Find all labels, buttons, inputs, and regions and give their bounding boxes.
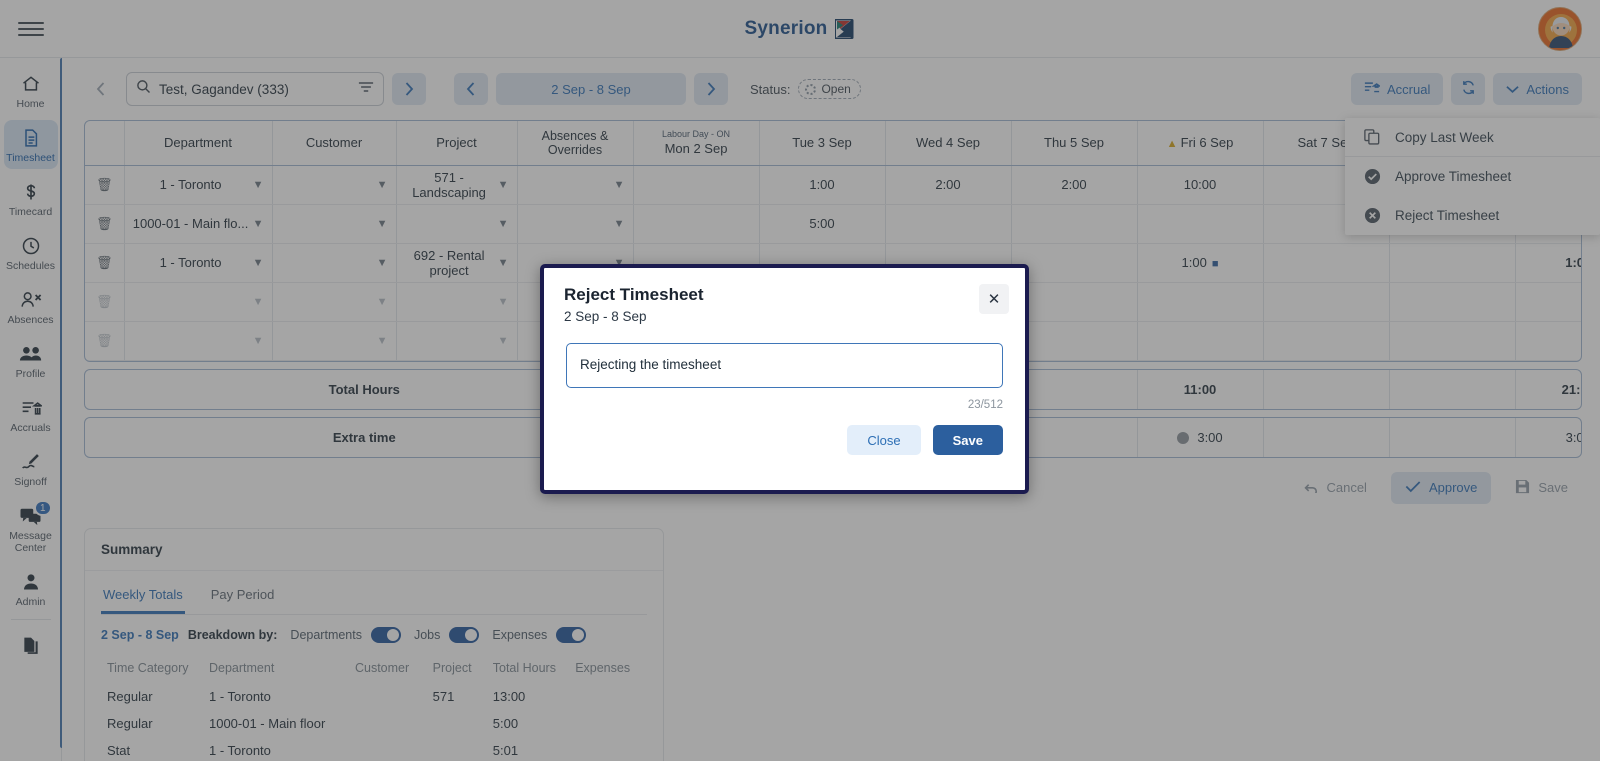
modal-title: Reject Timesheet <box>564 285 704 304</box>
reject-comment-input[interactable] <box>566 343 1003 388</box>
character-counter: 23/512 <box>967 399 1003 411</box>
modal-close-button[interactable]: Close <box>847 425 921 455</box>
close-icon[interactable]: ✕ <box>979 284 1009 314</box>
modal-save-button[interactable]: Save <box>932 425 1003 455</box>
modal-subtitle: 2 Sep - 8 Sep <box>564 309 647 324</box>
reject-timesheet-modal: Reject Timesheet 2 Sep - 8 Sep ✕ 23/512 … <box>540 264 1029 494</box>
